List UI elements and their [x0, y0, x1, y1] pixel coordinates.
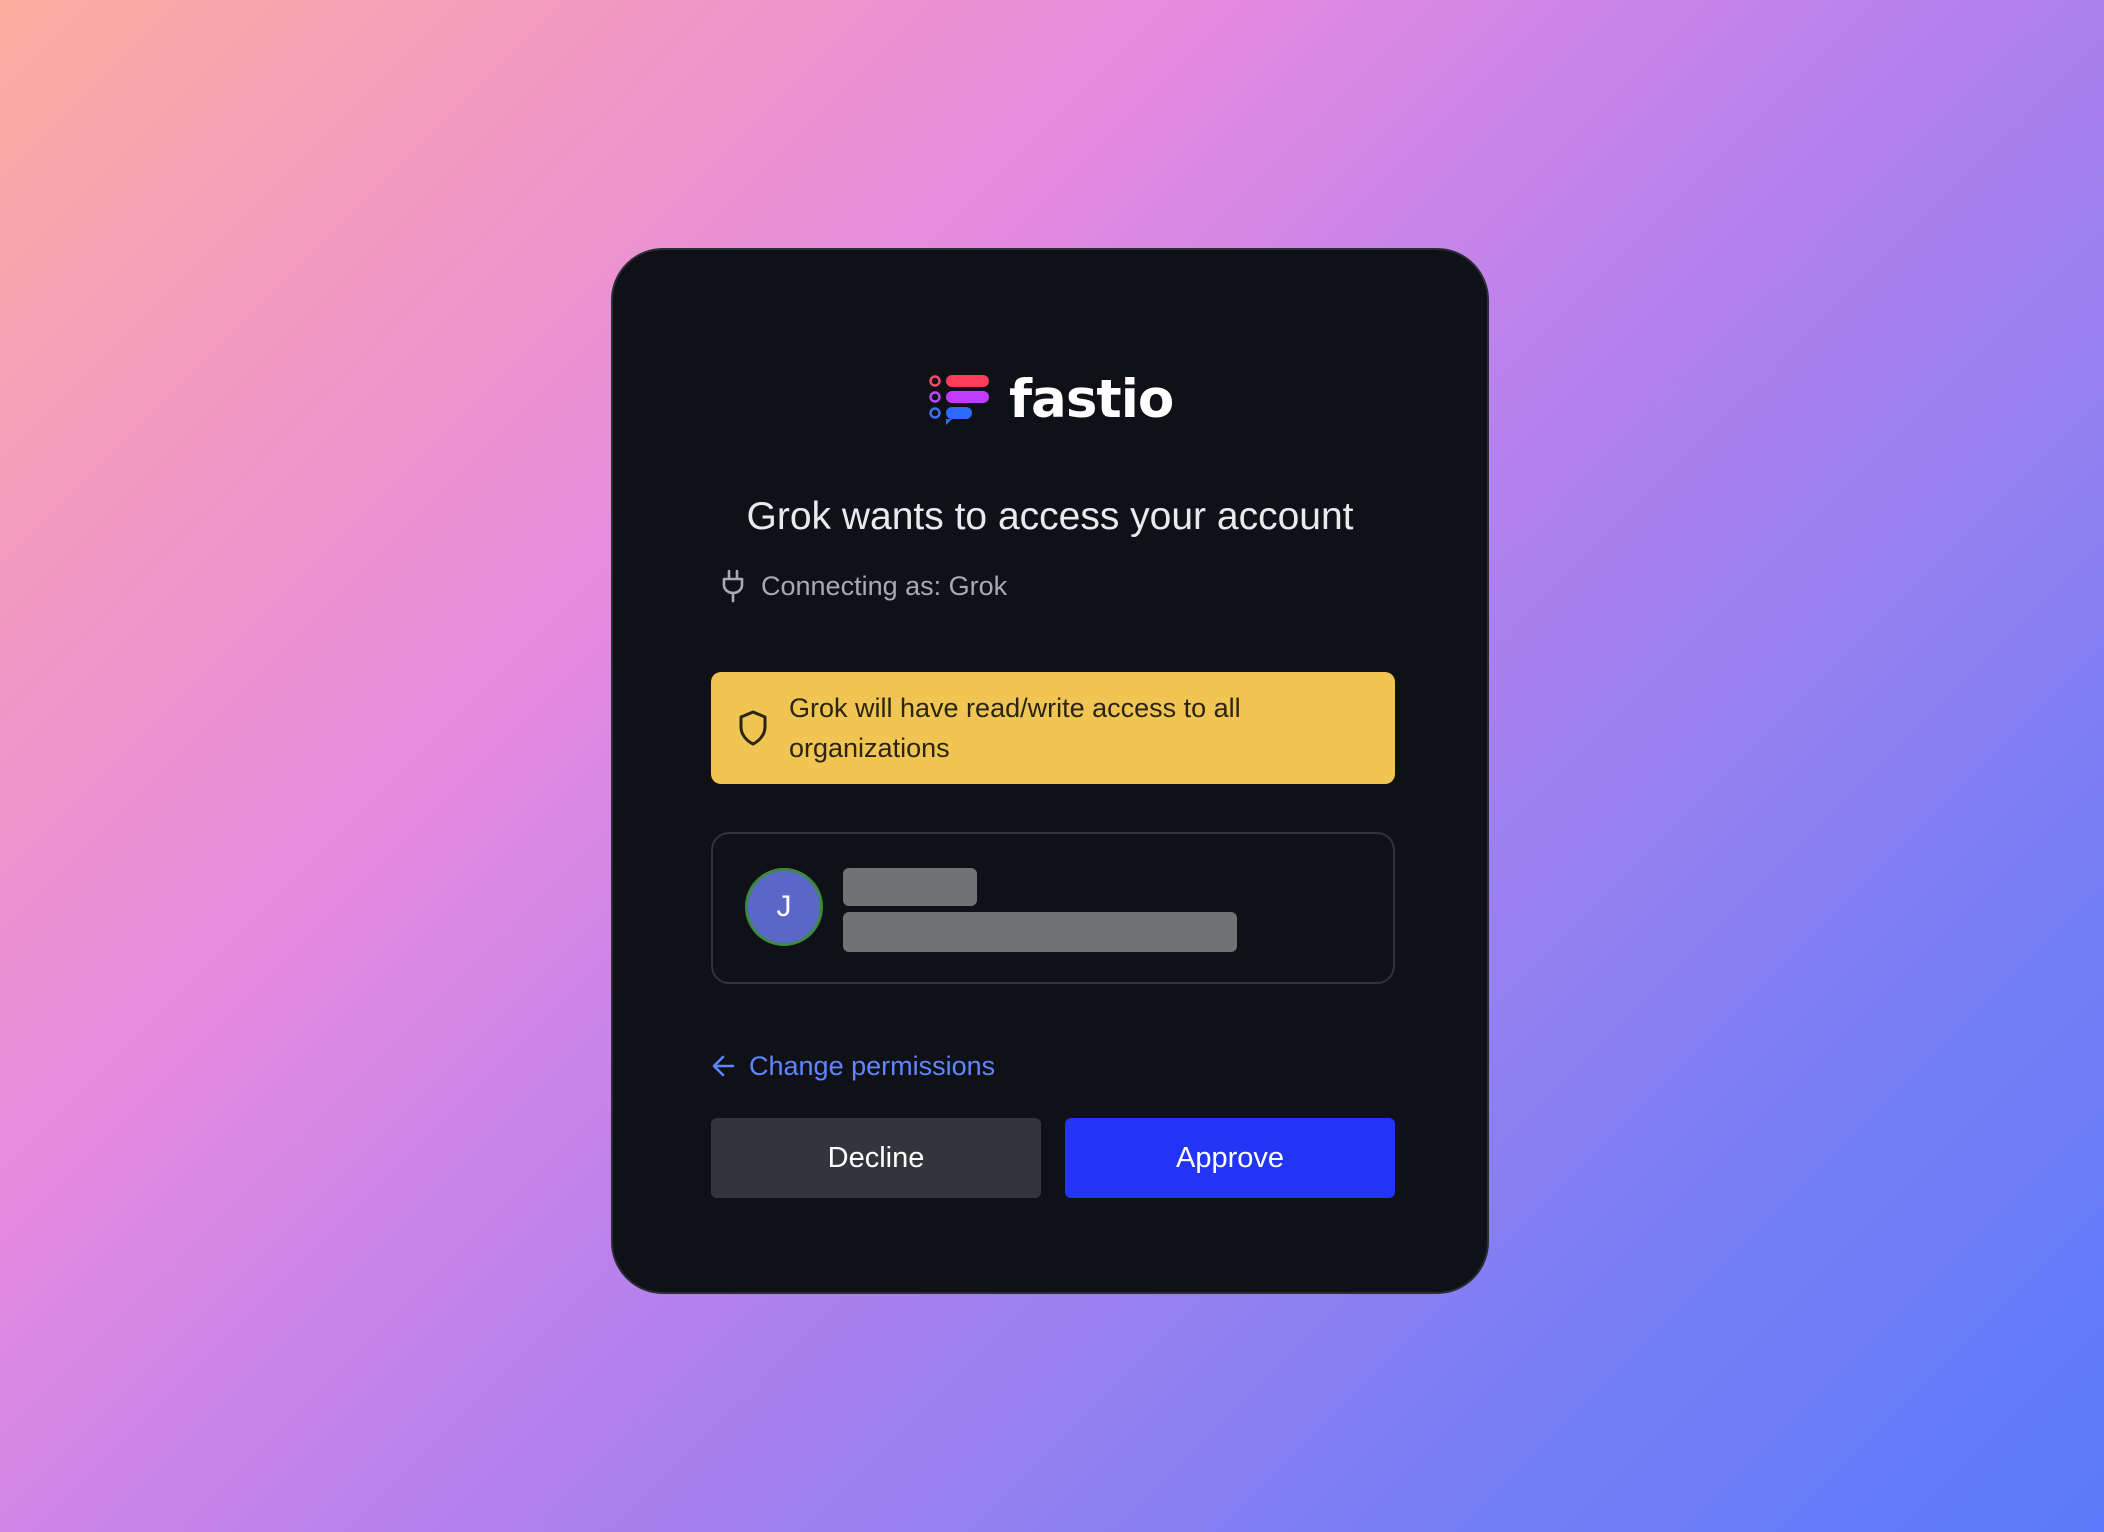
change-permissions-link[interactable]: Change permissions — [711, 1048, 995, 1084]
change-permissions-label: Change permissions — [749, 1050, 996, 1081]
plug-icon — [722, 569, 744, 603]
shield-icon — [739, 710, 767, 746]
redacted-account-email — [843, 912, 1237, 952]
fastio-logo-icon — [929, 375, 989, 425]
arrow-left-icon — [712, 1055, 735, 1077]
access-warning-banner: Grok will have read/write access to all … — [711, 672, 1395, 784]
connecting-as-label: Connecting as: Grok — [761, 570, 1008, 601]
fastio-logo: fastio — [929, 368, 1174, 432]
approve-button[interactable]: Approve — [1065, 1118, 1395, 1198]
brand-name: fastio — [1009, 369, 1174, 430]
page-title: Grok wants to access your account — [746, 495, 1354, 538]
account-card[interactable]: J — [711, 832, 1395, 984]
redacted-account-name — [843, 868, 977, 906]
access-warning-text: Grok will have read/write access to all … — [789, 693, 1241, 763]
avatar: J — [745, 868, 823, 946]
connecting-as: Connecting as: Grok — [721, 568, 1007, 604]
decline-button[interactable]: Decline — [711, 1118, 1041, 1198]
oauth-consent-card: fastio Grok wants to access your account… — [611, 248, 1489, 1294]
